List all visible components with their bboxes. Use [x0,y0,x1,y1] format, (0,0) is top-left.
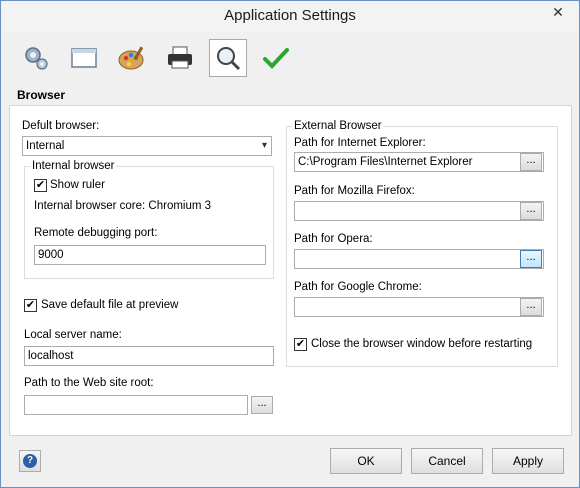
browser-core-text: Internal browser core: Chromium 3 [34,200,212,212]
opera-path-label: Path for Opera: [294,233,373,245]
firefox-path-label: Path for Mozilla Firefox: [294,185,415,197]
save-default-checkbox[interactable]: ✔ [24,299,37,312]
tool-window[interactable] [65,39,103,77]
show-ruler-label: Show ruler [50,179,105,191]
chrome-path-label: Path for Google Chrome: [294,281,422,293]
tool-print[interactable] [161,39,199,77]
close-button[interactable]: ✕ [543,2,573,22]
settings-window: Application Settings ✕ Browser Defult br… [0,0,580,488]
category-toolbar [1,32,579,86]
close-browser-checkbox[interactable]: ✔ [294,338,307,351]
debug-port-label: Remote debugging port: [34,227,158,239]
chevron-down-icon: ▾ [261,140,267,151]
site-root-browse-button[interactable]: ... [251,396,273,414]
help-button[interactable]: ? [19,450,41,472]
save-default-label: Save default file at preview [41,299,179,311]
checkmark-icon [263,48,289,69]
external-browser-group-title: External Browser [292,120,384,132]
tool-validate[interactable] [257,39,295,77]
palette-icon [118,46,144,70]
help-icon: ? [23,454,37,468]
opera-browse-button[interactable]: ... [520,250,542,268]
apply-button[interactable]: Apply [492,448,564,474]
printer-icon [168,46,192,69]
debug-port-input[interactable]: 9000 [34,245,266,265]
tool-general[interactable] [17,39,55,77]
internal-browser-group-title: Internal browser [30,160,117,172]
opera-path-input[interactable] [294,249,544,269]
chrome-path-input[interactable] [294,297,544,317]
magnifier-icon [217,47,241,71]
title-bar: Application Settings ✕ [1,1,579,32]
show-ruler-checkbox[interactable]: ✔ [34,179,47,192]
server-name-label: Local server name: [24,329,122,341]
section-title: Browser [17,88,66,102]
tool-appearance[interactable] [113,39,151,77]
cancel-button[interactable]: Cancel [411,448,483,474]
firefox-path-input[interactable] [294,201,544,221]
ie-path-label: Path for Internet Explorer: [294,137,426,149]
ie-path-input[interactable]: C:\Program Files\Internet Explorer [294,152,544,172]
tool-browser[interactable] [209,39,247,77]
gear-icon [25,47,48,70]
close-browser-label: Close the browser window before restarti… [311,338,533,350]
default-browser-select[interactable]: Internal ▾ [22,136,272,156]
ie-browse-button[interactable]: ... [520,153,542,171]
default-browser-label: Defult browser: [22,120,100,132]
chrome-browse-button[interactable]: ... [520,298,542,316]
window-icon [71,48,97,68]
site-root-input[interactable] [24,395,248,415]
firefox-browse-button[interactable]: ... [520,202,542,220]
ok-button[interactable]: OK [330,448,402,474]
site-root-label: Path to the Web site root: [24,377,154,389]
server-name-input[interactable]: localhost [24,346,274,366]
default-browser-value: Internal [26,140,65,152]
window-title: Application Settings [224,7,356,24]
browser-settings-panel: Defult browser: Internal ▾ Internal brow… [9,105,572,436]
